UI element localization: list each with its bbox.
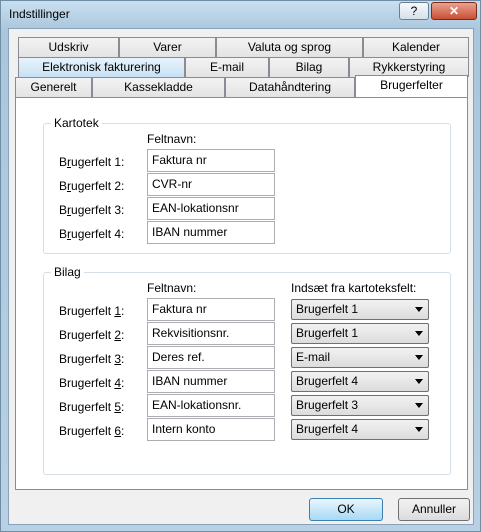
settings-dialog: Indstillinger ? ✕ Udskriv Varer Valuta o… [0,0,481,532]
chevron-down-icon [415,427,423,432]
chevron-down-icon [415,403,423,408]
bilag-indsaet-header: Indsæt fra kartoteksfelt: [291,281,417,295]
bilag-field-2-select[interactable]: Brugerfelt 1 [291,323,429,344]
select-value: Brugerfelt 4 [296,422,359,436]
cancel-button[interactable]: Annuller [398,498,470,521]
tab-label: Generelt [30,80,77,94]
select-value: Brugerfelt 3 [296,398,359,412]
tab-label: Brugerfelter [380,78,443,92]
tab-label: E-mail [209,60,244,74]
dialog-client-area: Udskriv Varer Valuta og sprog Kalender E… [8,28,474,525]
tab-label: Rykkerstyring [372,60,446,74]
bilag-feltnavn-header: Feltnavn: [147,281,197,295]
tab-datahaandtering[interactable]: Datahåndtering [225,77,355,97]
tab-label: Udskriv [48,40,89,54]
ok-button[interactable]: OK [309,498,383,521]
kartotek-label-3: Brugerfelt 3: [59,203,125,217]
chevron-down-icon [415,307,423,312]
bilag-field-6-select[interactable]: Brugerfelt 4 [291,419,429,440]
select-value: Brugerfelt 1 [296,326,359,340]
tab-label: Kalender [391,40,441,54]
chevron-down-icon [415,331,423,336]
kartotek-field-1-input[interactable]: Faktura nr [147,149,275,172]
bilag-field-3-select[interactable]: E-mail [291,347,429,368]
kartotek-feltnavn-header: Feltnavn: [147,132,197,146]
kartotek-label-2: Brugerfelt 2: [59,179,125,193]
bilag-field-3-input[interactable]: Deres ref. [147,346,275,369]
tab-e-mail[interactable]: E-mail [185,57,269,77]
tab-label: Bilag [295,60,323,74]
window-title: Indstillinger [9,7,70,21]
kartotek-field-4-input[interactable]: IBAN nummer [147,221,275,244]
bilag-label-2: Brugerfelt 2: [59,328,125,342]
tab-generelt[interactable]: Generelt [15,77,92,97]
bilag-label-3: Brugerfelt 3: [59,352,125,366]
chevron-down-icon [415,379,423,384]
bilag-group: Bilag Feltnavn: Indsæt fra kartoteksfelt… [43,265,451,475]
bilag-field-6-input[interactable]: Intern konto [147,418,275,441]
select-value: E-mail [296,350,331,364]
help-button[interactable]: ? [399,2,429,20]
bilag-label-6: Brugerfelt 6: [59,424,125,438]
bilag-field-4-select[interactable]: Brugerfelt 4 [291,371,429,392]
tab-udskriv[interactable]: Udskriv [18,37,119,57]
kartotek-field-3-input[interactable]: EAN-lokationsnr [147,197,275,220]
bilag-field-5-input[interactable]: EAN-lokationsnr. [147,394,275,417]
tab-label: Datahåndtering [248,80,332,94]
help-icon: ? [410,4,418,18]
chevron-down-icon [415,355,423,360]
kartotek-label-4: Brugerfelt 4: [59,227,125,241]
title-bar: Indstillinger ? ✕ [1,1,480,27]
bilag-label-1: Brugerfelt 1: [59,304,125,318]
tab-varer[interactable]: Varer [119,37,216,57]
tab-elektronisk-fakturering[interactable]: Elektronisk fakturering [18,57,185,77]
bilag-field-1-select[interactable]: Brugerfelt 1 [291,299,429,320]
close-button[interactable]: ✕ [431,2,477,20]
bilag-label-4: Brugerfelt 4: [59,376,125,390]
tab-label: Valuta og sprog [247,40,332,54]
bilag-field-1-input[interactable]: Faktura nr [147,298,275,321]
tab-rykkerstyring[interactable]: Rykkerstyring [349,57,469,77]
select-value: Brugerfelt 4 [296,374,359,388]
tab-valuta-og-sprog[interactable]: Valuta og sprog [216,37,363,57]
kartotek-group: Kartotek Feltnavn: Brugerfelt 1: Faktura… [43,116,451,254]
tab-label: Kassekladde [124,80,193,94]
tab-kassekladde[interactable]: Kassekladde [92,77,225,97]
kartotek-label-1: Brugerfelt 1: [59,155,125,169]
kartotek-group-title: Kartotek [51,116,102,130]
bilag-field-4-input[interactable]: IBAN nummer [147,370,275,393]
tab-label: Varer [153,40,182,54]
tab-label: Elektronisk fakturering [42,60,161,74]
close-icon: ✕ [448,4,460,18]
brugerfelter-panel: Kartotek Feltnavn: Brugerfelt 1: Faktura… [15,97,468,490]
kartotek-field-2-input[interactable]: CVR-nr [147,173,275,196]
bilag-field-2-input[interactable]: Rekvisitionsnr. [147,322,275,345]
bilag-label-5: Brugerfelt 5: [59,400,125,414]
bilag-field-5-select[interactable]: Brugerfelt 3 [291,395,429,416]
tab-brugerfelter[interactable]: Brugerfelter [355,75,468,97]
tab-kalender[interactable]: Kalender [363,37,469,57]
tab-bilag[interactable]: Bilag [269,57,349,77]
select-value: Brugerfelt 1 [296,302,359,316]
bilag-group-title: Bilag [51,265,84,279]
